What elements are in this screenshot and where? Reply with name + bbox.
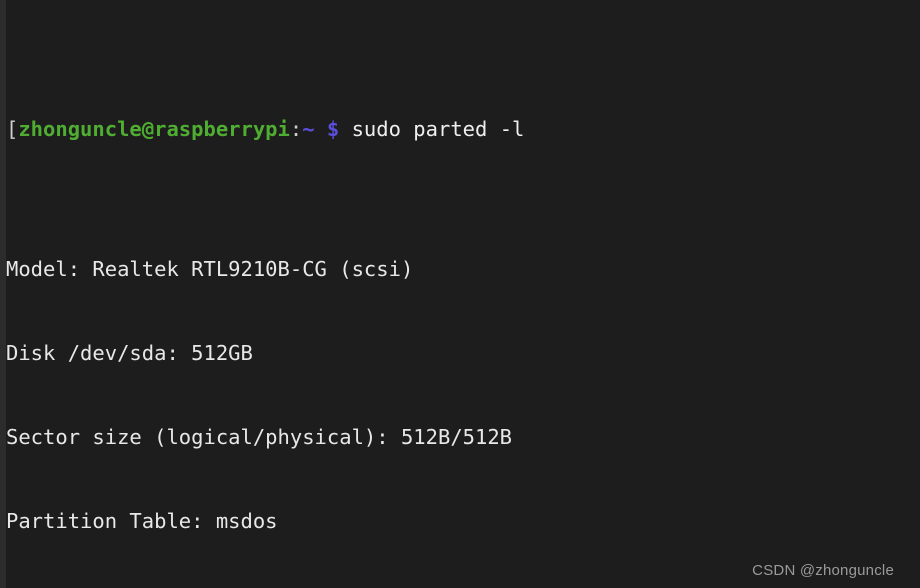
- prompt-path: ~: [302, 117, 315, 141]
- prompt-bracket-icon: [: [6, 117, 19, 141]
- terminal-screen[interactable]: [zhonguncle@raspberrypi:~ $ sudo parted …: [6, 3, 920, 588]
- command-text: sudo parted -l: [339, 117, 525, 141]
- csdn-watermark: CSDN @zhonguncle: [752, 562, 894, 579]
- prompt-symbol: $: [326, 117, 340, 141]
- output-line: Model: Realtek RTL9210B-CG (scsi): [6, 257, 414, 281]
- output-line: Partition Table: msdos: [6, 509, 278, 533]
- output-line: Disk /dev/sda: 512GB: [6, 341, 253, 365]
- terminal-window[interactable]: [zhonguncle@raspberrypi:~ $ sudo parted …: [0, 0, 920, 588]
- prompt-user-host: zhonguncle@raspberrypi: [18, 117, 290, 141]
- output-line: Sector size (logical/physical): 512B/512…: [6, 425, 513, 449]
- prompt-colon: :: [289, 117, 303, 141]
- prompt-line: [zhonguncle@raspberrypi:~ $ sudo parted …: [6, 115, 920, 143]
